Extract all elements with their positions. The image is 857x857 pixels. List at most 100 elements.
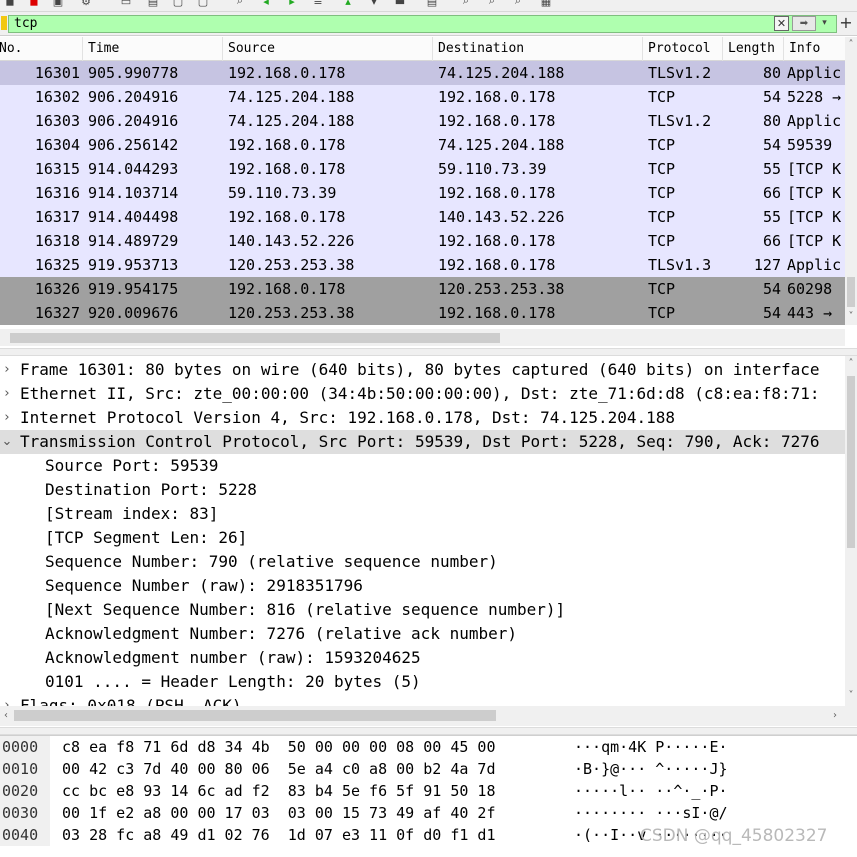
reload-icon[interactable]: ▢ [195, 0, 211, 8]
byte-hex[interactable]: cc bc e8 93 14 6c ad f2 83 b4 5e f6 5f 9… [62, 780, 495, 802]
packet-cell-dst: 74.125.204.188 [438, 136, 565, 154]
pane-splitter-2[interactable] [0, 727, 857, 735]
zoom-reset-icon[interactable]: ⌕ [510, 0, 526, 8]
stop-icon[interactable]: ◼ [26, 0, 42, 8]
apply-filter-icon[interactable]: ➡ [792, 16, 816, 31]
colorize-icon[interactable]: ▤ [424, 0, 440, 8]
column-header-no[interactable]: No. [0, 37, 83, 61]
column-header-source[interactable]: Source [223, 37, 433, 61]
byte-hex[interactable]: 00 1f e2 a8 00 00 17 03 03 00 15 73 49 a… [62, 802, 495, 824]
forward-icon[interactable]: ▸ [284, 0, 300, 8]
detail-line[interactable]: › Internet Protocol Version 4, Src: 192.1… [0, 406, 845, 430]
byte-offset[interactable]: 0030 [0, 802, 50, 824]
autoscroll-icon[interactable]: ▬ [392, 0, 408, 8]
zoom-in-icon[interactable]: ⌕ [458, 0, 474, 8]
packet-cell-len: 54 [762, 280, 781, 298]
packet-list-vscroll-thumb[interactable] [847, 277, 855, 307]
save-icon[interactable]: ▤ [145, 0, 161, 8]
detail-line[interactable]: Source Port: 59539 [0, 454, 845, 478]
detail-line[interactable]: Destination Port: 5228 [0, 478, 845, 502]
byte-ascii[interactable]: ···qm·4K P·····E· [574, 736, 728, 758]
packet-row[interactable]: 16325 919.953713 120.253.253.38 192.168.0.1… [0, 253, 845, 277]
scroll-down-icon[interactable]: ˅ [845, 311, 857, 323]
packet-row[interactable]: 16315 914.044293 192.168.0.178 59.110.73.39… [0, 157, 845, 181]
first-icon[interactable]: ▴ [340, 0, 356, 8]
packet-row[interactable]: 16317 914.404498 192.168.0.178 140.143.52.2… [0, 205, 845, 229]
expand-closed-icon[interactable]: › [0, 382, 14, 406]
column-header-length[interactable]: Length [723, 37, 784, 61]
packet-cell-time: 914.489729 [88, 232, 179, 250]
display-filter-input[interactable]: tcp [8, 15, 837, 33]
column-header-time[interactable]: Time [83, 37, 223, 61]
detail-line[interactable]: [TCP Segment Len: 26] [0, 526, 845, 550]
byte-hex[interactable]: c8 ea f8 71 6d d8 34 4b 50 00 00 00 08 0… [62, 736, 495, 758]
expand-closed-icon[interactable]: › [0, 406, 14, 430]
scroll-up-icon[interactable]: ˄ [845, 358, 857, 370]
detail-line[interactable]: Sequence Number: 790 (relative sequence … [0, 550, 845, 574]
column-header-protocol[interactable]: Protocol [643, 37, 723, 61]
detail-line[interactable]: [Stream index: 83] [0, 502, 845, 526]
detail-line[interactable]: Sequence Number (raw): 2918351796 [0, 574, 845, 598]
scroll-down-icon[interactable]: ˅ [845, 690, 857, 702]
open-icon[interactable]: ▭ [118, 0, 134, 8]
restart-icon[interactable]: ◼ [2, 0, 18, 8]
find-icon[interactable]: ⌕ [232, 0, 248, 8]
goto-icon[interactable]: ≡ [310, 0, 326, 8]
byte-ascii[interactable]: ········ ···sI·@/ [574, 802, 728, 824]
column-header-info[interactable]: Info [784, 37, 845, 61]
bookmark-icon[interactable] [1, 16, 7, 30]
detail-line[interactable]: Acknowledgment Number: 7276 (relative ac… [0, 622, 845, 646]
byte-offset[interactable]: 0010 [0, 758, 50, 780]
byte-ascii[interactable]: ·B·}@··· ^·····J} [574, 758, 728, 780]
packet-cell-no: 16315 [34, 160, 80, 178]
detail-line[interactable]: 0101 .... = Header Length: 20 bytes (5) [0, 670, 845, 694]
detail-line[interactable]: Acknowledgment number (raw): 1593204625 [0, 646, 845, 670]
add-filter-button-icon[interactable]: + [838, 14, 854, 32]
packet-row[interactable]: 16302 906.204916 74.125.204.188 192.168.0.1… [0, 85, 845, 109]
scroll-right-icon[interactable]: › [829, 710, 841, 722]
byte-offset[interactable]: 0000 [0, 736, 50, 758]
last-icon[interactable]: ▾ [366, 0, 382, 8]
details-vscrollbar[interactable]: ˄ ˅ [845, 356, 857, 706]
packet-list-hscrollbar[interactable] [0, 329, 845, 346]
close-file-icon[interactable]: ▢ [170, 0, 186, 8]
expand-closed-icon[interactable]: › [0, 358, 14, 382]
byte-offset[interactable]: 0020 [0, 780, 50, 802]
packet-row[interactable]: 16326 919.954175 192.168.0.178 120.253.253.… [0, 277, 845, 301]
zoom-out-icon[interactable]: ⌕ [484, 0, 500, 8]
resize-columns-icon[interactable]: ▦ [538, 0, 554, 8]
clear-filter-icon[interactable]: ✕ [774, 16, 789, 31]
detail-text: Transmission Control Protocol, Src Port:… [20, 432, 820, 451]
packet-row[interactable]: 16318 914.489729 140.143.52.226 192.168.0.1… [0, 229, 845, 253]
byte-hex[interactable]: 03 28 fc a8 49 d1 02 76 1d 07 e3 11 0f d… [62, 824, 495, 846]
scroll-left-icon[interactable]: ‹ [0, 710, 12, 722]
filter-history-dropdown-icon[interactable]: ▾ [817, 16, 832, 31]
byte-row: 0030 00 1f e2 a8 00 00 17 03 03 00 15 73 … [0, 802, 857, 824]
packet-row[interactable]: 16304 906.256142 192.168.0.178 74.125.204.1… [0, 133, 845, 157]
packet-cell-dst: 120.253.253.38 [438, 280, 565, 298]
byte-offset[interactable]: 0040 [0, 824, 50, 846]
detail-line[interactable]: › Frame 16301: 80 bytes on wire (640 bits… [0, 358, 845, 382]
packet-row[interactable]: 16316 914.103714 59.110.73.39 192.168.0.178… [0, 181, 845, 205]
detail-line[interactable]: ⌄ Transmission Control Protocol, Src Port… [0, 430, 845, 454]
details-vscroll-thumb[interactable] [847, 376, 855, 548]
packet-list-vscrollbar[interactable]: ˄ ˅ [845, 37, 857, 325]
column-header-destination[interactable]: Destination [433, 37, 643, 61]
scroll-up-icon[interactable]: ˄ [845, 39, 857, 51]
expand-open-icon[interactable]: ⌄ [0, 430, 14, 454]
detail-line[interactable]: › Ethernet II, Src: zte_00:00:00 (34:4b:5… [0, 382, 845, 406]
packet-row[interactable]: 16301 905.990778 192.168.0.178 74.125.204.1… [0, 61, 845, 85]
byte-ascii[interactable]: ·····l·· ··^·_·P· [574, 780, 728, 802]
packet-row[interactable]: 16327 920.009676 120.253.253.38 192.168.0.1… [0, 301, 845, 325]
detail-line[interactable]: [Next Sequence Number: 816 (relative seq… [0, 598, 845, 622]
back-icon[interactable]: ◂ [258, 0, 274, 8]
packet-row[interactable]: 16303 906.204916 74.125.204.188 192.168.0.1… [0, 109, 845, 133]
byte-hex[interactable]: 00 42 c3 7d 40 00 80 06 5e a4 c0 a8 00 b… [62, 758, 495, 780]
details-hscroll-thumb[interactable] [14, 710, 496, 721]
packet-list-hscroll-thumb[interactable] [10, 333, 500, 343]
options-icon[interactable]: ▣ [50, 0, 66, 8]
settings-icon[interactable]: ⚙ [78, 0, 94, 8]
packet-cell-dst: 192.168.0.178 [438, 112, 556, 130]
pane-splitter[interactable] [0, 348, 857, 356]
details-hscrollbar[interactable]: ‹ › [0, 706, 857, 726]
